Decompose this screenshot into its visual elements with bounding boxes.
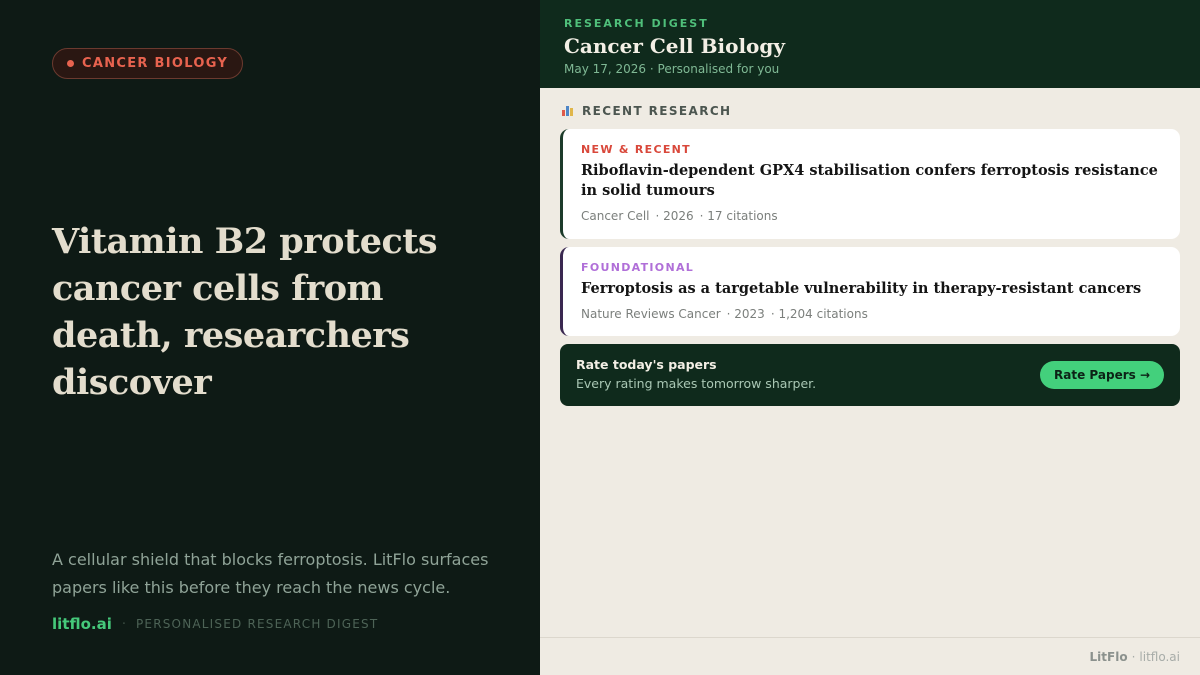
category-label: CANCER BIOLOGY <box>82 56 229 71</box>
category-dot-icon <box>67 60 74 67</box>
digest-eyebrow: RESEARCH DIGEST <box>564 17 709 30</box>
digest-header: RESEARCH DIGEST Cancer Cell Biology May … <box>540 0 1200 88</box>
paper-badge: FOUNDATIONAL <box>581 261 695 274</box>
brand-link[interactable]: litflo.ai <box>52 615 112 633</box>
paper-title[interactable]: Riboflavin-dependent GPX4 stabilisation … <box>581 161 1162 201</box>
paper-meta: Cancer Cell · 2026 · 17 citations <box>581 209 1162 223</box>
brand-separator: · <box>121 616 126 632</box>
paper-year: · 2023 <box>726 307 765 321</box>
paper-badge: NEW & RECENT <box>581 143 691 156</box>
digest-title: Cancer Cell Biology <box>564 34 786 58</box>
blurb: A cellular shield that blocks ferroptosi… <box>52 550 489 597</box>
digest-date: May 17, 2026 · Personalised for you <box>564 62 780 76</box>
rate-papers-button[interactable]: Rate Papers → <box>1040 361 1164 389</box>
paper-title[interactable]: Ferroptosis as a targetable vulnerabilit… <box>581 279 1162 299</box>
paper-journal: Nature Reviews Cancer <box>581 307 721 321</box>
paper-card[interactable]: FOUNDATIONAL Ferroptosis as a targetable… <box>560 247 1180 336</box>
category-pill: CANCER BIOLOGY <box>52 48 244 79</box>
tagline: PERSONALISED RESEARCH DIGEST <box>135 617 379 631</box>
footer-separator: · <box>1131 649 1136 664</box>
paper-citations: · 17 citations <box>699 209 778 223</box>
digest-panel: RESEARCH DIGEST Cancer Cell Biology May … <box>540 0 1200 675</box>
brand-line: litflo.ai · PERSONALISED RESEARCH DIGEST <box>52 615 378 633</box>
paper-card[interactable]: NEW & RECENT Riboflavin-dependent GPX4 s… <box>560 129 1180 239</box>
hero-panel: CANCER BIOLOGY Vitamin B2 protects cance… <box>0 0 540 675</box>
footer-url[interactable]: litflo.ai <box>1139 650 1180 664</box>
footer: LitFlo · litflo.ai <box>540 637 1200 675</box>
bar-chart-icon <box>562 106 574 116</box>
headline: Vitamin B2 protects cancer cells from de… <box>52 221 438 403</box>
paper-year: · 2026 <box>655 209 694 223</box>
section-heading: RECENT RESEARCH <box>562 104 732 118</box>
section-label: RECENT RESEARCH <box>582 104 732 118</box>
paper-journal: Cancer Cell <box>581 209 650 223</box>
paper-citations: · 1,204 citations <box>770 307 868 321</box>
footer-brand: LitFlo <box>1089 649 1128 664</box>
paper-meta: Nature Reviews Cancer · 2023 · 1,204 cit… <box>581 307 1162 321</box>
rate-papers-banner: Rate today's papers Every rating makes t… <box>560 344 1180 406</box>
